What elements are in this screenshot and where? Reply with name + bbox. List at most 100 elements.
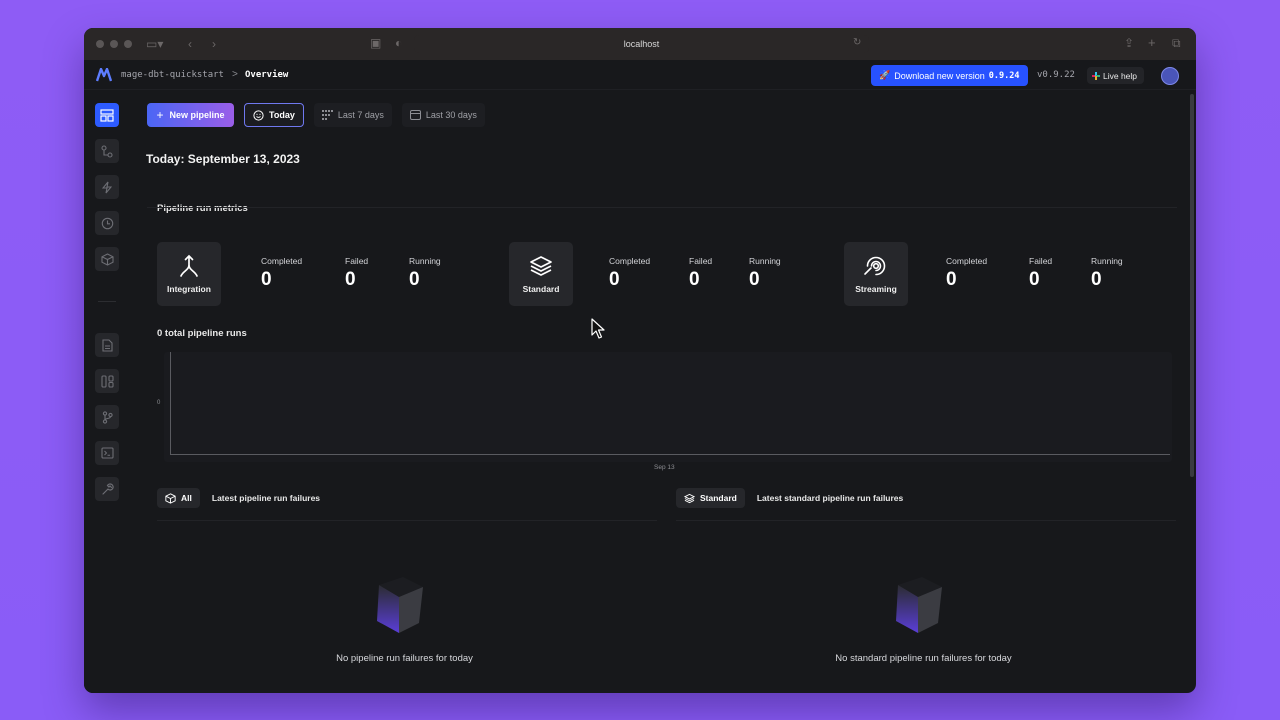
dashboard-icon bbox=[100, 108, 114, 122]
standard-label: Standard bbox=[522, 284, 560, 294]
live-help-label: Live help bbox=[1103, 70, 1138, 81]
metric-group-streaming: Streaming Completed 0 Failed 0 Running 0 bbox=[844, 242, 1164, 306]
sidebar-item-blocks[interactable] bbox=[95, 247, 119, 271]
failed-label: Failed bbox=[689, 256, 713, 266]
browser-window: ▭▾ ‹ › ▣ ◐ localhost ↻ ⇪ + ⧉ mage-dbt-qu… bbox=[84, 28, 1196, 693]
sidebar-divider bbox=[98, 301, 116, 302]
streaming-type-tile[interactable]: Streaming bbox=[844, 242, 908, 306]
integration-type-tile[interactable]: Integration bbox=[157, 242, 221, 306]
integration-failed-stat: Failed 0 bbox=[345, 256, 368, 291]
sidebar-item-runs[interactable] bbox=[95, 211, 119, 235]
streaming-icon bbox=[864, 256, 886, 276]
new-pipeline-button[interactable]: + New pipeline bbox=[147, 103, 234, 127]
metric-group-standard: Standard Completed 0 Failed 0 Running 0 bbox=[509, 242, 829, 306]
standard-type-tile[interactable]: Standard bbox=[509, 242, 573, 306]
integration-label: Integration bbox=[167, 284, 211, 294]
forward-icon[interactable]: › bbox=[212, 37, 216, 51]
mouse-cursor-icon bbox=[591, 318, 605, 339]
sidebar-item-terminal[interactable] bbox=[95, 441, 119, 465]
breadcrumb-page: Overview bbox=[245, 70, 289, 80]
blocks-cube-icon bbox=[100, 252, 114, 266]
running-value: 0 bbox=[409, 269, 420, 290]
empty-state-cube-icon bbox=[896, 577, 942, 633]
layers-icon bbox=[684, 493, 695, 503]
running-label: Running bbox=[749, 256, 781, 266]
streaming-running-stat: Running 0 bbox=[1091, 256, 1123, 291]
main-scrollbar[interactable] bbox=[1190, 94, 1194, 477]
running-value: 0 bbox=[749, 269, 760, 290]
cube-icon bbox=[165, 492, 176, 504]
completed-value: 0 bbox=[946, 269, 957, 290]
layers-icon bbox=[530, 256, 552, 276]
sidebar-item-templates[interactable] bbox=[95, 369, 119, 393]
sidebar-item-files[interactable] bbox=[95, 333, 119, 357]
standard-pill-label: Standard bbox=[700, 493, 737, 503]
standard-running-stat: Running 0 bbox=[749, 256, 781, 291]
avatar[interactable] bbox=[1161, 67, 1179, 85]
smile-icon bbox=[253, 109, 264, 121]
back-icon[interactable]: ‹ bbox=[188, 37, 192, 51]
tab-last-30-days[interactable]: Last 30 days bbox=[401, 103, 485, 127]
tab-overview-icon[interactable]: ⧉ bbox=[1172, 36, 1181, 51]
all-failures-title: Latest pipeline run failures bbox=[211, 493, 321, 503]
sidebar-item-overview[interactable] bbox=[95, 103, 119, 127]
calendar-icon bbox=[409, 110, 421, 120]
share-icon[interactable]: ⇪ bbox=[1124, 36, 1134, 50]
all-pill-label: All bbox=[181, 493, 192, 503]
current-version: v0.9.22 bbox=[1037, 70, 1075, 80]
completed-label: Completed bbox=[946, 256, 988, 266]
runs-chart: 0 Sep 13 bbox=[157, 352, 1172, 471]
maximize-window-button[interactable] bbox=[124, 40, 132, 48]
reload-icon[interactable]: ↻ bbox=[853, 37, 861, 48]
tab-last-7-days[interactable]: Last 7 days bbox=[313, 103, 392, 127]
breadcrumb-project[interactable]: mage-dbt-quickstart bbox=[121, 70, 224, 80]
main-content: + New pipeline Today Last 7 days Last 30… bbox=[130, 91, 1188, 693]
standard-failures-header: Standard Latest standard pipeline run fa… bbox=[676, 488, 903, 508]
sidebar bbox=[84, 91, 130, 693]
completed-label: Completed bbox=[261, 256, 303, 266]
download-version: 0.9.24 bbox=[988, 70, 1020, 81]
integration-completed-stat: Completed 0 bbox=[261, 256, 302, 291]
streaming-failed-stat: Failed 0 bbox=[1029, 256, 1052, 291]
privacy-shield-icon: ◐ bbox=[395, 36, 403, 50]
minimize-window-button[interactable] bbox=[110, 40, 118, 48]
chart-y-axis bbox=[170, 352, 171, 454]
standard-failures-empty-text: No standard pipeline run failures for to… bbox=[835, 653, 1012, 664]
tab-today[interactable]: Today bbox=[244, 103, 304, 127]
failed-value: 0 bbox=[689, 269, 700, 290]
new-tab-icon[interactable]: + bbox=[1148, 35, 1156, 50]
files-icon bbox=[101, 338, 113, 352]
sidebar-item-pipelines[interactable] bbox=[95, 139, 119, 163]
all-failures-empty-text: No pipeline run failures for today bbox=[336, 653, 473, 664]
chart-title: 0 total pipeline runs bbox=[157, 328, 247, 339]
sidebar-item-settings[interactable] bbox=[95, 477, 119, 501]
running-value: 0 bbox=[1091, 269, 1102, 290]
streaming-label: Streaming bbox=[855, 284, 897, 294]
sidebar-item-version-control[interactable] bbox=[95, 405, 119, 429]
x-tick-label: Sep 13 bbox=[654, 464, 675, 471]
all-filter-pill[interactable]: All bbox=[157, 488, 200, 508]
window-controls bbox=[96, 40, 132, 48]
live-help-button[interactable]: Live help bbox=[1087, 67, 1144, 84]
mage-logo-icon[interactable] bbox=[96, 68, 112, 82]
terminal-icon bbox=[100, 447, 114, 459]
download-new-version-button[interactable]: 🚀 Download new version 0.9.24 bbox=[871, 65, 1028, 86]
close-window-button[interactable] bbox=[96, 40, 104, 48]
running-label: Running bbox=[409, 256, 441, 266]
pipeline-runs-chart-card: 0 total pipeline runs 0 Sep 13 bbox=[147, 316, 1177, 476]
empty-state-cube-icon bbox=[377, 577, 423, 633]
standard-failed-stat: Failed 0 bbox=[689, 256, 712, 291]
download-label: Download new version bbox=[894, 70, 985, 81]
extension-icon[interactable]: ▣ bbox=[370, 36, 381, 50]
standard-failures-divider bbox=[676, 520, 1176, 521]
failed-value: 0 bbox=[1029, 269, 1040, 290]
app-header: mage-dbt-quickstart > Overview 🚀 Downloa… bbox=[84, 60, 1196, 90]
sidebar-item-triggers[interactable] bbox=[95, 175, 119, 199]
sidebar-toggle-icon[interactable]: ▭▾ bbox=[146, 37, 163, 51]
y-tick-label: 0 bbox=[157, 400, 161, 406]
integration-running-stat: Running 0 bbox=[409, 256, 441, 291]
standard-filter-pill[interactable]: Standard bbox=[676, 488, 745, 508]
metrics-divider bbox=[147, 207, 1177, 208]
new-pipeline-label: New pipeline bbox=[169, 110, 225, 120]
address-bar[interactable]: localhost bbox=[414, 35, 869, 53]
